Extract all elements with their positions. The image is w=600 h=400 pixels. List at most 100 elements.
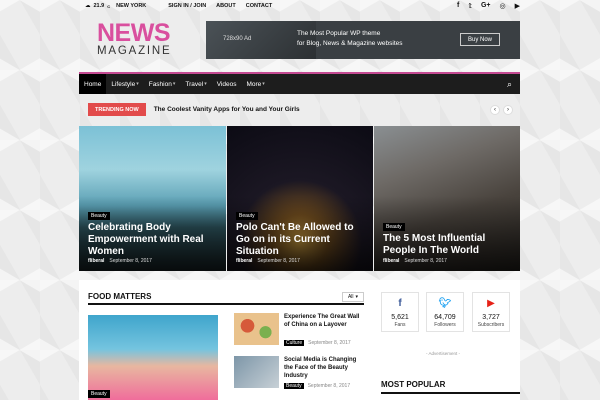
post-thumbnail[interactable] xyxy=(234,313,279,345)
filter-dropdown[interactable]: All ▾ xyxy=(342,292,364,302)
chevron-left-icon[interactable]: ‹ xyxy=(490,104,500,115)
buy-now-button[interactable]: Buy Now xyxy=(460,33,500,46)
counter-value: 3,727 xyxy=(482,314,500,321)
nav-label: Lifestyle xyxy=(111,80,136,88)
chevron-down-icon: ▾ xyxy=(262,81,265,87)
google-plus-icon[interactable]: G+ xyxy=(481,2,491,10)
top-links: SIGN IN / JOIN ABOUT CONTACT xyxy=(168,3,272,9)
nav-label: Videos xyxy=(216,80,237,88)
youtube-icon: ▶ xyxy=(487,298,495,309)
section-title: FOOD MATTERS xyxy=(88,292,152,301)
post-author[interactable]: fliberal xyxy=(88,258,104,264)
chevron-right-icon[interactable]: › xyxy=(503,104,513,115)
ad-line-2: for Blog, News & Magazine websites xyxy=(297,40,403,47)
category-badge[interactable]: Beauty xyxy=(383,223,405,231)
section-divider xyxy=(381,392,520,394)
cloud-icon: ☁ xyxy=(85,3,91,9)
facebook-icon[interactable]: f xyxy=(457,2,459,10)
category-badge[interactable]: Beauty xyxy=(284,383,304,389)
nav-item-videos[interactable]: Videos xyxy=(212,74,242,94)
ad-line-1: The Most Popular WP theme xyxy=(297,30,381,37)
logo-news: NEWS xyxy=(97,19,171,47)
featured-post[interactable]: Beauty Polo Can't Be Allowed to Go on in… xyxy=(227,126,373,271)
temperature: 21.9 xyxy=(93,3,105,9)
chevron-down-icon: ▾ xyxy=(136,81,139,87)
twitter-icon[interactable]: 𝕥 xyxy=(468,2,472,10)
post-author[interactable]: fliberal xyxy=(236,258,252,264)
twitter-counter[interactable]: 🐦︎ 64,709 Followers xyxy=(426,292,464,332)
logo-magazine: MAGAZINE xyxy=(97,45,172,57)
facebook-icon: f xyxy=(398,298,402,309)
chevron-down-icon: ▾ xyxy=(204,81,207,87)
counter-label: Followers xyxy=(434,322,456,328)
main-nav: Home Lifestyle ▾ Fashion ▾ Travel ▾ Videos … xyxy=(79,72,520,94)
trending-bar: TRENDING NOW The Coolest Vanity Apps for… xyxy=(88,103,513,116)
food-big-post[interactable]: Beauty xyxy=(88,315,218,400)
top-bar: ☁ 21.9 C NEW YORK SIGN IN / JOIN ABOUT CO… xyxy=(79,0,520,12)
category-badge[interactable]: Beauty xyxy=(88,212,110,220)
sign-in-link[interactable]: SIGN IN / JOIN xyxy=(168,3,206,9)
counter-value: 5,621 xyxy=(391,314,409,321)
nav-item-fashion[interactable]: Fashion ▾ xyxy=(144,74,181,94)
most-popular-title: MOST POPULAR xyxy=(381,380,446,389)
post-date: September 8, 2017 xyxy=(307,383,351,389)
ad-size-label: 728x90 Ad xyxy=(223,36,252,42)
featured-title[interactable]: Polo Can't Be Allowed to Go on in its Cu… xyxy=(236,222,365,258)
contact-link[interactable]: CONTACT xyxy=(246,3,272,9)
weather-widget: ☁ 21.9 C NEW YORK xyxy=(85,3,146,9)
post-meta: fliberal September 8, 2017 xyxy=(383,258,447,264)
nav-item-travel[interactable]: Travel ▾ xyxy=(180,74,211,94)
facebook-counter[interactable]: f 5,621 Fans xyxy=(381,292,419,332)
post-date: September 8, 2017 xyxy=(308,340,351,346)
post-thumbnail[interactable] xyxy=(234,356,279,388)
chevron-down-icon: ▾ xyxy=(172,81,176,87)
nav-item-lifestyle[interactable]: Lifestyle ▾ xyxy=(106,74,143,94)
about-link[interactable]: ABOUT xyxy=(216,3,236,9)
list-item[interactable]: Social Media is Changing the Face of the… xyxy=(234,356,366,389)
trending-title[interactable]: The Coolest Vanity Apps for You and Your… xyxy=(154,106,300,113)
nav-item-home[interactable]: Home xyxy=(79,74,107,94)
site-logo[interactable]: NEWS MAGAZINE xyxy=(97,19,187,58)
search-icon[interactable]: ⌕ xyxy=(507,79,512,90)
post-meta: Culture September 8, 2017 xyxy=(284,340,351,346)
post-title[interactable]: Experience The Great Wall of China on a … xyxy=(284,313,366,329)
post-date: September 8, 2017 xyxy=(109,258,152,264)
post-author[interactable]: fliberal xyxy=(383,258,399,264)
nav-label: Home xyxy=(84,80,102,88)
social-links: f 𝕥 G+ ◎ ▶ xyxy=(457,2,520,10)
temperature-unit: C xyxy=(107,3,111,9)
advertisement-label: - Advertisement - xyxy=(426,351,461,356)
trending-arrows: ‹ › xyxy=(490,104,513,115)
chevron-down-icon: ▾ xyxy=(355,294,359,300)
post-date: September 8, 2017 xyxy=(257,258,300,264)
featured-post[interactable]: Beauty The 5 Most Influential People In … xyxy=(374,126,520,271)
filter-value: All xyxy=(347,294,354,300)
post-meta: fliberal September 8, 2017 xyxy=(236,258,300,264)
youtube-counter[interactable]: ▶ 3,727 Subscribers xyxy=(472,292,510,332)
featured-title[interactable]: The 5 Most Influential People In The Wor… xyxy=(383,233,512,257)
counter-value: 64,709 xyxy=(434,314,456,321)
section-divider xyxy=(88,303,364,305)
category-badge[interactable]: Beauty xyxy=(88,390,110,398)
youtube-icon[interactable]: ▶ xyxy=(515,2,520,10)
post-title[interactable]: Social Media is Changing the Face of the… xyxy=(284,356,366,380)
post-date: September 8, 2017 xyxy=(404,258,447,264)
city-name: NEW YORK xyxy=(116,3,147,9)
featured-post[interactable]: Beauty Celebrating Body Empowerment with… xyxy=(79,126,226,271)
post-meta: Beauty September 8, 2017 xyxy=(284,383,350,389)
header-ad-banner[interactable]: 728x90 Ad The Most Popular WP theme for … xyxy=(206,21,520,59)
trending-tag: TRENDING NOW xyxy=(88,103,146,116)
nav-label: More xyxy=(246,80,262,88)
category-badge[interactable]: Beauty xyxy=(236,212,258,220)
nav-label: Travel xyxy=(185,80,204,88)
instagram-icon[interactable]: ◎ xyxy=(500,2,506,10)
featured-title[interactable]: Celebrating Body Empowerment with Real W… xyxy=(88,222,218,258)
nav-item-more[interactable]: More ▾ xyxy=(241,74,269,94)
list-item[interactable]: Experience The Great Wall of China on a … xyxy=(234,313,366,346)
category-badge[interactable]: Culture xyxy=(284,340,305,346)
counter-label: Fans xyxy=(394,322,406,328)
counter-label: Subscribers xyxy=(477,322,505,328)
twitter-icon: 🐦︎ xyxy=(438,298,452,309)
post-meta: fliberal September 8, 2017 xyxy=(88,258,152,264)
nav-label: Fashion xyxy=(148,80,172,88)
